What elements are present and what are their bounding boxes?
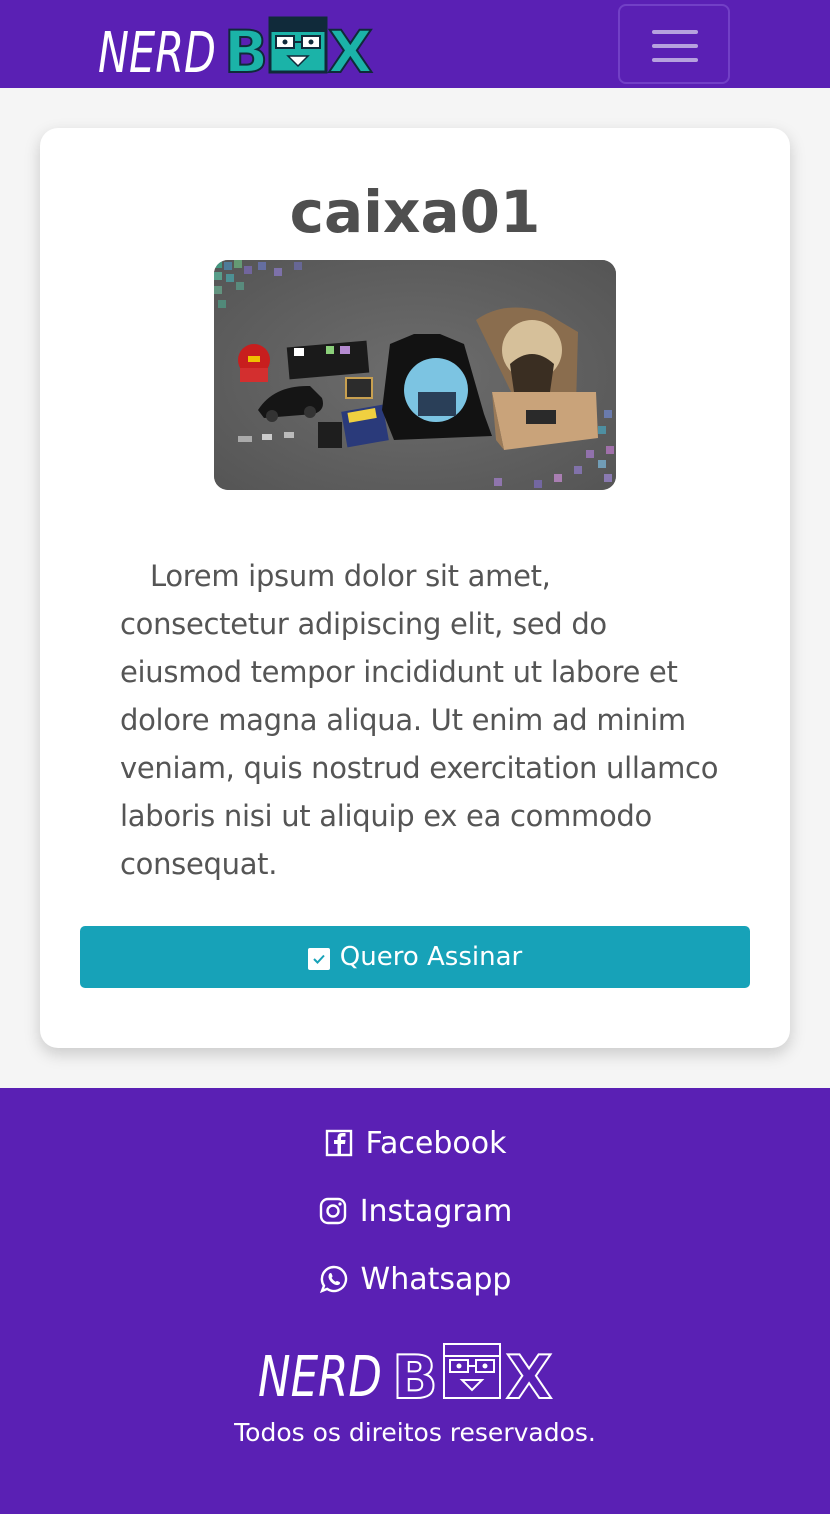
check-square-icon [307, 948, 330, 970]
svg-text:NERD: NERD [98, 21, 216, 78]
whatsapp-link[interactable]: Whatsapp [0, 1257, 830, 1301]
navbar: NERD B X [0, 0, 830, 88]
svg-text:X: X [506, 1343, 552, 1404]
hamburger-icon [652, 30, 698, 34]
whatsapp-icon [319, 1264, 349, 1294]
product-image [214, 260, 616, 490]
instagram-link[interactable]: Instagram [0, 1189, 830, 1233]
facebook-icon [324, 1128, 354, 1158]
product-title: caixa01 [289, 178, 541, 246]
footer: Facebook Instagram Whatsapp NERD B X Tod… [0, 1088, 830, 1514]
svg-text:X: X [328, 18, 373, 78]
nerdbox-logo[interactable]: NERD B X [98, 14, 398, 87]
svg-text:B: B [392, 1343, 438, 1404]
svg-text:B: B [224, 18, 268, 78]
copyright-text: Todos os direitos reservados. [234, 1418, 596, 1447]
hamburger-icon [652, 44, 698, 48]
facebook-link[interactable]: Facebook [0, 1121, 830, 1165]
facebook-label: Facebook [365, 1125, 507, 1161]
menu-toggle-button[interactable] [618, 4, 730, 84]
instagram-label: Instagram [359, 1193, 513, 1229]
hamburger-icon [652, 58, 698, 62]
subscribe-button[interactable]: Quero Assinar [80, 926, 750, 988]
svg-text:NERD: NERD [258, 1345, 382, 1404]
instagram-icon [318, 1196, 348, 1226]
whatsapp-label: Whatsapp [360, 1261, 512, 1297]
footer-nerdbox-logo: NERD B X [258, 1338, 574, 1414]
subscribe-button-label: Quero Assinar [339, 942, 523, 972]
product-description: Lorem ipsum dolor sit amet, consectetur … [120, 559, 719, 881]
